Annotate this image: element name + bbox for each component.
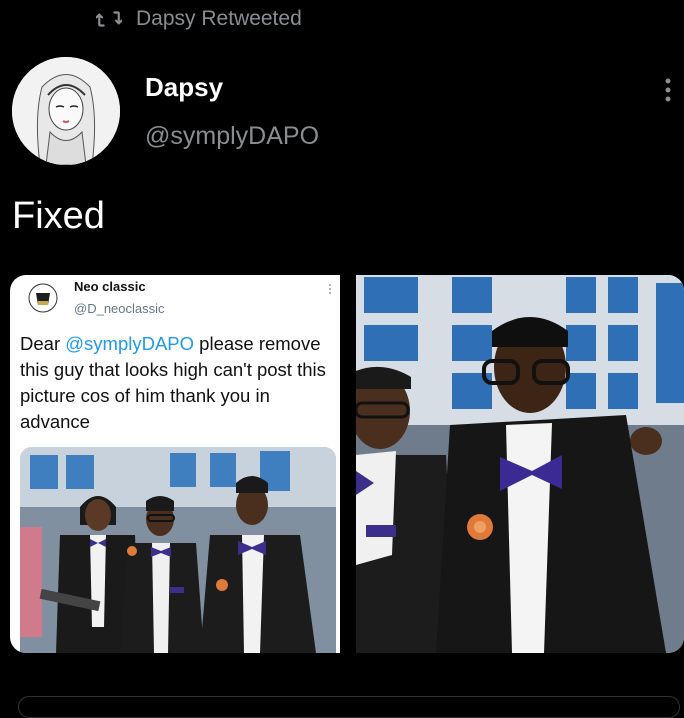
quoted-mention: @symplyDAPO (65, 333, 195, 354)
quoted-name: Neo classic (74, 279, 146, 294)
more-options-icon[interactable] (662, 77, 674, 105)
quoted-handle: @D_neoclassic (74, 301, 165, 316)
media-image-photo[interactable] (356, 275, 684, 653)
quoted-text-pre: Dear (20, 333, 66, 354)
neo-classic-logo-icon (28, 283, 58, 313)
author-name[interactable]: Dapsy (145, 72, 223, 103)
media-image-quoted-screenshot[interactable]: Neo classic @D_neoclassic Dear @symplyDA… (10, 275, 340, 653)
quoted-photo (20, 447, 336, 653)
media-grid[interactable]: Neo classic @D_neoclassic Dear @symplyDA… (10, 275, 684, 653)
next-tweet-card-edge (18, 696, 680, 718)
retweet-label: Dapsy Retweeted (136, 7, 302, 30)
quoted-text: Dear @symplyDAPO please remove this guy … (20, 331, 332, 435)
avatar[interactable] (12, 57, 120, 165)
retweet-context: Dapsy Retweeted (96, 4, 302, 34)
retweet-icon (96, 11, 122, 27)
quoted-more-icon (329, 284, 331, 294)
tweet-text: Fixed (12, 195, 105, 237)
author-handle[interactable]: @symplyDAPO (145, 122, 319, 151)
